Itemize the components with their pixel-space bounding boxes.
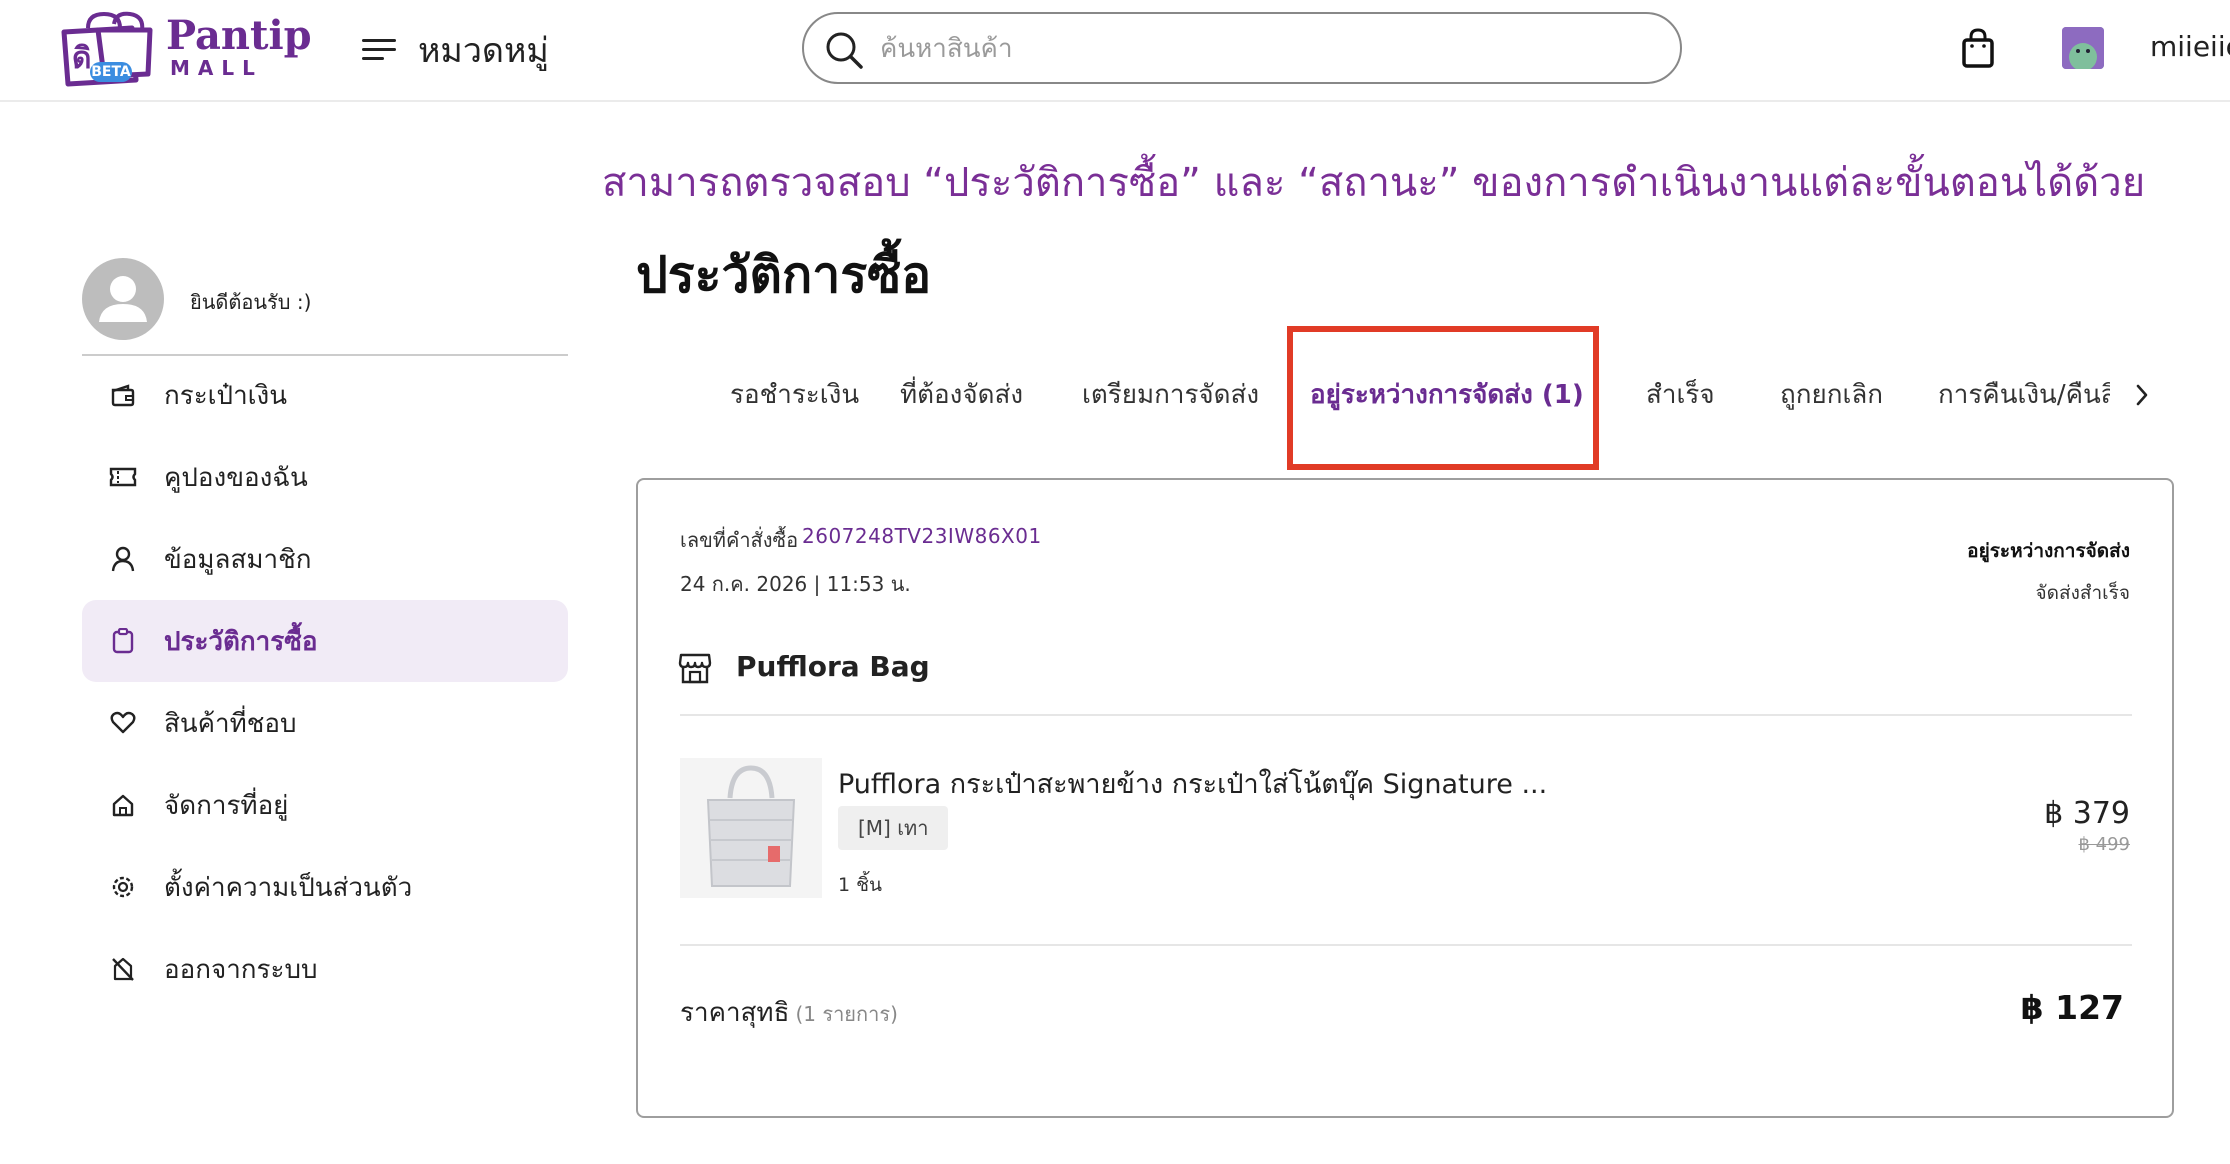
tab-cancelled[interactable]: ถูกยกเลิก <box>1780 374 1883 415</box>
order-status-tabs: รอชำระเงิน ที่ต้องจัดส่ง เตรียมการจัดส่ง… <box>700 360 2160 430</box>
tab-to-ship[interactable]: ที่ต้องจัดส่ง <box>900 374 1023 415</box>
sidebar-item-favorites[interactable]: สินค้าที่ชอบ <box>82 682 568 764</box>
sidebar-item-coupons[interactable]: คูปองของฉัน <box>82 436 568 518</box>
sidebar-item-label: ออกจากระบบ <box>164 954 318 985</box>
tab-scroll-next-button[interactable] <box>2134 382 2150 412</box>
search-bar[interactable] <box>802 12 1682 84</box>
tab-strip: รอชำระเงิน ที่ต้องจัดส่ง เตรียมการจัดส่ง… <box>700 360 2110 430</box>
sidebar-item-label: กระเป๋าเงิน <box>164 380 288 411</box>
chevron-right-icon <box>2136 384 2148 406</box>
logout-icon <box>108 954 138 984</box>
tab-completed[interactable]: สำเร็จ <box>1646 374 1715 415</box>
tab-refund-return[interactable]: การคืนเงิน/คืนสินค้า <box>1938 374 2110 415</box>
sidebar-item-privacy-settings[interactable]: ตั้งค่าความเป็นส่วนตัว <box>82 846 568 928</box>
product-quantity: 1 ชิ้น <box>838 874 883 896</box>
category-menu-label: หมวดหมู่ <box>418 31 549 71</box>
product-price: ฿ 379 <box>2044 796 2130 831</box>
avatar-image <box>2062 27 2104 69</box>
sidebar-item-label: ตั้งค่าความเป็นส่วนตัว <box>164 872 413 903</box>
net-total-text: ราคาสุทธิ <box>680 998 790 1028</box>
brand-subtitle: MALL <box>170 56 263 80</box>
sidebar-item-address[interactable]: จัดการที่อยู่ <box>82 764 568 846</box>
order-number-label: เลขที่คำสั่งซื้อ <box>680 528 799 552</box>
pantip-mall-logo[interactable]: ดิ BETA Pantip MALL <box>58 10 312 88</box>
divider <box>680 714 2132 716</box>
tab-in-transit[interactable]: อยู่ระหว่างการจัดส่ง (1) <box>1310 374 1584 415</box>
category-menu-button[interactable]: หมวดหมู่ <box>362 26 549 74</box>
tab-awaiting-payment[interactable]: รอชำระเงิน <box>730 374 859 415</box>
shop-name[interactable]: Pufflora Bag <box>736 650 930 683</box>
wallet-icon <box>108 380 138 410</box>
profile-summary: ยินดีต้อนรับ :) <box>82 258 568 356</box>
home-icon <box>108 790 138 820</box>
order-number[interactable]: 2607248TV23IW86X01 <box>802 524 1042 548</box>
order-card[interactable]: เลขที่คำสั่งซื้อ 2607248TV23IW86X01 24 ก… <box>636 478 2174 1118</box>
product-variant-badge: [M] เทา <box>838 806 949 850</box>
product-original-price: ฿ 499 <box>2078 834 2130 855</box>
sidebar-item-logout[interactable]: ออกจากระบบ <box>82 928 568 1010</box>
store-icon <box>678 652 712 688</box>
product-name[interactable]: Pufflora กระเป๋าสะพายข้าง กระเป๋าใส่โน้ต… <box>838 762 1547 805</box>
user-avatar[interactable] <box>2062 27 2104 69</box>
welcome-text: ยินดีต้อนรับ :) <box>190 290 312 314</box>
default-avatar-icon <box>82 258 164 340</box>
sidebar-item-wallet[interactable]: กระเป๋าเงิน <box>82 354 568 436</box>
sidebar-nav: กระเป๋าเงิน คูปองของฉัน ข้อมูลสมาชิก ประ… <box>82 354 568 1010</box>
tab-preparing-shipment[interactable]: เตรียมการจัดส่ง <box>1082 374 1259 415</box>
user-icon <box>108 544 138 574</box>
brand-name: Pantip <box>166 12 312 59</box>
heart-icon <box>108 708 138 738</box>
ticket-icon <box>108 462 138 492</box>
divider <box>680 944 2132 946</box>
svg-text:ดิ: ดิ <box>72 41 91 76</box>
net-total-label: ราคาสุทธิ (1 รายการ) <box>680 992 898 1033</box>
info-banner: สามารถตรวจสอบ “ประวัติการซื้อ” และ “สถาน… <box>602 160 2146 206</box>
order-status-sub: จัดส่งสำเร็จ <box>2035 582 2130 604</box>
sidebar-item-label: สินค้าที่ชอบ <box>164 708 297 739</box>
sidebar-item-label: คูปองของฉัน <box>164 462 308 493</box>
username[interactable]: miieiie <box>2150 30 2230 63</box>
sidebar-item-label: จัดการที่อยู่ <box>164 790 289 821</box>
cart-button[interactable] <box>1960 28 1996 72</box>
hamburger-menu-icon <box>362 39 396 60</box>
clipboard-icon <box>108 626 138 656</box>
sidebar-item-label: ข้อมูลสมาชิก <box>164 544 312 575</box>
page-title: ประวัติการซื้อ <box>636 246 932 304</box>
beta-badge: BETA <box>90 62 132 82</box>
gear-icon <box>108 872 138 902</box>
sidebar-item-label: ประวัติการซื้อ <box>164 626 318 657</box>
search-icon <box>826 32 863 69</box>
sidebar-item-profile[interactable]: ข้อมูลสมาชิก <box>82 518 568 600</box>
item-count: (1 รายการ) <box>795 1002 898 1026</box>
shopping-bag-icon <box>1962 28 1994 68</box>
net-total-price: ฿ 127 <box>2020 988 2124 1027</box>
top-header: ดิ BETA Pantip MALL หมวดหมู่ ค้นหาสินค้า… <box>0 0 2230 102</box>
product-image[interactable] <box>680 758 822 898</box>
order-date: 24 ก.ค. 2026 | 11:53 น. <box>680 572 911 596</box>
sidebar-item-purchase-history[interactable]: ประวัติการซื้อ <box>82 600 568 682</box>
order-status: อยู่ระหว่างการจัดส่ง <box>1967 540 2130 562</box>
search-input[interactable] <box>878 26 1642 72</box>
